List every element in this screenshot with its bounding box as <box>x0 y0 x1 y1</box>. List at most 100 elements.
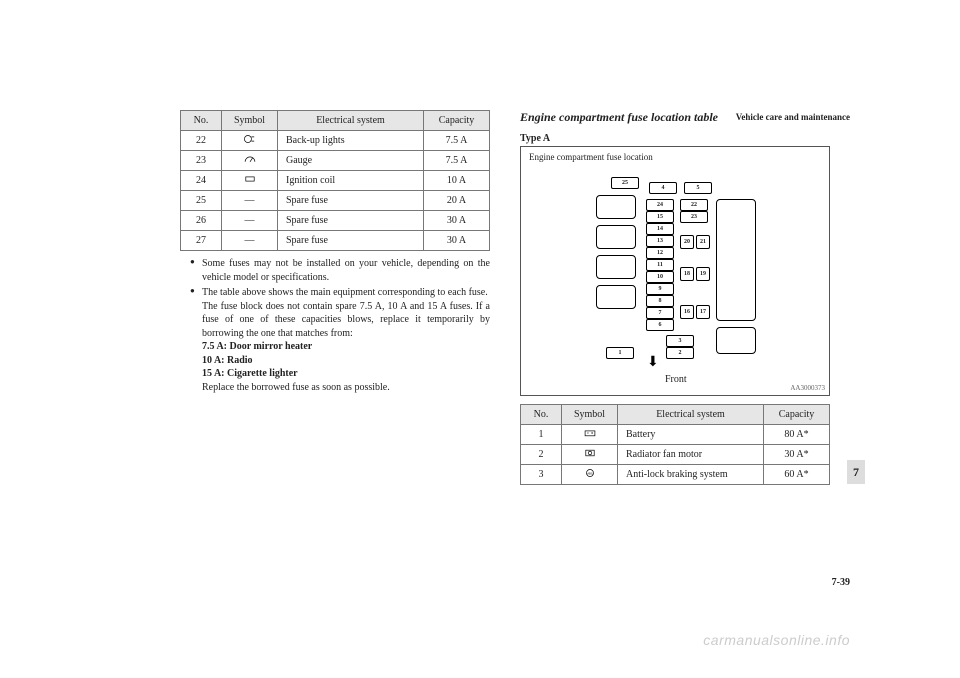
cell-cap: 10 A <box>424 171 490 191</box>
fuse-8: 8 <box>646 295 674 307</box>
th-symbol: Symbol <box>222 111 278 131</box>
figure-caption: Engine compartment fuse location <box>529 152 653 162</box>
cell-system: Spare fuse <box>278 211 424 231</box>
note-item: Some fuses may not be installed on your … <box>190 257 490 284</box>
fuse-22: 22 <box>680 199 708 211</box>
note-text: The table above shows the main equipment… <box>202 287 488 298</box>
fuse-10: 10 <box>646 271 674 283</box>
cell-symbol: — <box>222 191 278 211</box>
cell-no: 3 <box>521 465 562 485</box>
cell-cap: 30 A* <box>764 445 830 465</box>
fuse-12: 12 <box>646 247 674 259</box>
left-column: No. Symbol Electrical system Capacity 22… <box>180 110 490 485</box>
fuse-23: 23 <box>680 211 708 223</box>
cell-cap: 30 A <box>424 231 490 251</box>
svg-text:ABS: ABS <box>587 471 593 475</box>
gauge-icon <box>222 151 278 171</box>
fusebox-diagram: 25 4 5 24 15 14 13 12 11 10 9 8 7 6 <box>576 177 776 362</box>
th-symbol: Symbol <box>562 405 618 425</box>
fuse-11: 11 <box>646 259 674 271</box>
cell-cap: 7.5 A <box>424 131 490 151</box>
cell-cap: 60 A* <box>764 465 830 485</box>
cell-system: Anti-lock braking system <box>618 465 764 485</box>
fuse-6: 6 <box>646 319 674 331</box>
note-text: The fuse block does not contain spare 7.… <box>202 301 490 339</box>
cell-cap: 80 A* <box>764 425 830 445</box>
cell-no: 23 <box>181 151 222 171</box>
fuse-15: 15 <box>646 211 674 223</box>
th-system: Electrical system <box>278 111 424 131</box>
table-row: 3 ABS Anti-lock braking system 60 A* <box>521 465 830 485</box>
cell-system: Spare fuse <box>278 191 424 211</box>
fuse-20: 20 <box>680 235 694 249</box>
th-system: Electrical system <box>618 405 764 425</box>
cell-system: Radiator fan motor <box>618 445 764 465</box>
table-row: 22 Back-up lights 7.5 A <box>181 131 490 151</box>
th-no: No. <box>521 405 562 425</box>
note-item: The table above shows the main equipment… <box>190 286 490 394</box>
cell-cap: 20 A <box>424 191 490 211</box>
note-text: Replace the borrowed fuse as soon as pos… <box>202 382 390 393</box>
coil-icon <box>222 171 278 191</box>
cell-system: Ignition coil <box>278 171 424 191</box>
fan-icon <box>562 445 618 465</box>
note-bold: 7.5 A: Door mirror heater <box>202 341 312 352</box>
cell-system: Gauge <box>278 151 424 171</box>
cell-cap: 7.5 A <box>424 151 490 171</box>
fuse-7: 7 <box>646 307 674 319</box>
chapter-tab: 7 <box>847 460 865 484</box>
table-row: 24 Ignition coil 10 A <box>181 171 490 191</box>
th-capacity: Capacity <box>424 111 490 131</box>
arrow-down-icon: ⬇ <box>647 354 659 371</box>
abs-icon: ABS <box>562 465 618 485</box>
fuse-24: 24 <box>646 199 674 211</box>
cell-no: 25 <box>181 191 222 211</box>
fuse-21: 21 <box>696 235 710 249</box>
backup-light-icon <box>222 131 278 151</box>
fuse-location-figure: Engine compartment fuse location 25 4 5 … <box>520 146 830 396</box>
notes-block: Some fuses may not be installed on your … <box>190 257 490 394</box>
fuse-1: 1 <box>606 347 634 359</box>
fuse-2: 2 <box>666 347 694 359</box>
cell-cap: 30 A <box>424 211 490 231</box>
fuse-3: 3 <box>666 335 694 347</box>
battery-icon <box>562 425 618 445</box>
cell-no: 22 <box>181 131 222 151</box>
table-row: 1 Battery 80 A* <box>521 425 830 445</box>
cell-no: 2 <box>521 445 562 465</box>
front-label: Front <box>665 374 687 385</box>
fuse-4: 4 <box>649 182 677 194</box>
cell-no: 26 <box>181 211 222 231</box>
fuse-9: 9 <box>646 283 674 295</box>
fuse-25: 25 <box>611 177 639 189</box>
figure-code: AA3000373 <box>790 384 825 392</box>
fuse-13: 13 <box>646 235 674 247</box>
table-row: 26 — Spare fuse 30 A <box>181 211 490 231</box>
fuse-14: 14 <box>646 223 674 235</box>
right-fuse-table: No. Symbol Electrical system Capacity 1 … <box>520 404 830 485</box>
cell-no: 24 <box>181 171 222 191</box>
fuse-18: 18 <box>680 267 694 281</box>
page-number: 7-39 <box>832 577 850 588</box>
note-bold: 15 A: Cigarette lighter <box>202 368 298 379</box>
watermark: carmanualsonline.info <box>703 632 850 648</box>
table-row: 27 — Spare fuse 30 A <box>181 231 490 251</box>
cell-system: Battery <box>618 425 764 445</box>
table-row: 2 Radiator fan motor 30 A* <box>521 445 830 465</box>
section-header: Vehicle care and maintenance <box>736 112 850 122</box>
type-label: Type A <box>520 133 830 144</box>
left-fuse-table: No. Symbol Electrical system Capacity 22… <box>180 110 490 251</box>
cell-symbol: — <box>222 231 278 251</box>
fuse-16: 16 <box>680 305 694 319</box>
fuse-19: 19 <box>696 267 710 281</box>
cell-no: 27 <box>181 231 222 251</box>
right-column: Engine compartment fuse location table T… <box>520 110 830 485</box>
cell-system: Spare fuse <box>278 231 424 251</box>
fuse-17: 17 <box>696 305 710 319</box>
th-capacity: Capacity <box>764 405 830 425</box>
fuse-5: 5 <box>684 182 712 194</box>
th-no: No. <box>181 111 222 131</box>
table-row: 23 Gauge 7.5 A <box>181 151 490 171</box>
cell-no: 1 <box>521 425 562 445</box>
table-row: 25 — Spare fuse 20 A <box>181 191 490 211</box>
